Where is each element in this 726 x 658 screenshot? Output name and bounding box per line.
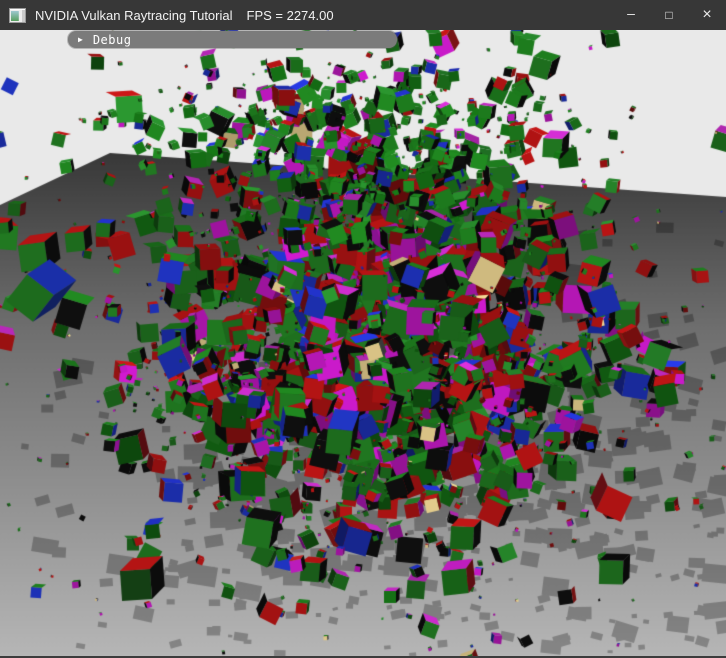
maximize-icon: □ [665, 8, 672, 22]
debug-panel-header[interactable]: ▶ Debug [68, 31, 397, 48]
close-button[interactable]: × [688, 0, 726, 30]
debug-panel-label: Debug [93, 33, 132, 47]
viewport: ▶ Debug [0, 30, 726, 656]
fps-counter: FPS = 2274.00 [247, 8, 334, 23]
collapse-arrow-icon: ▶ [78, 36, 83, 44]
title-bar[interactable]: NVIDIA Vulkan Raytracing Tutorial FPS = … [0, 0, 726, 30]
maximize-button[interactable]: □ [650, 0, 688, 30]
minimize-button[interactable]: – [612, 0, 650, 30]
window-controls: – □ × [612, 0, 726, 30]
window-title: NVIDIA Vulkan Raytracing Tutorial [35, 8, 233, 23]
close-icon: × [702, 6, 711, 24]
app-icon [9, 8, 26, 23]
minimize-icon: – [627, 5, 635, 21]
raytracing-viewport[interactable] [0, 30, 726, 656]
